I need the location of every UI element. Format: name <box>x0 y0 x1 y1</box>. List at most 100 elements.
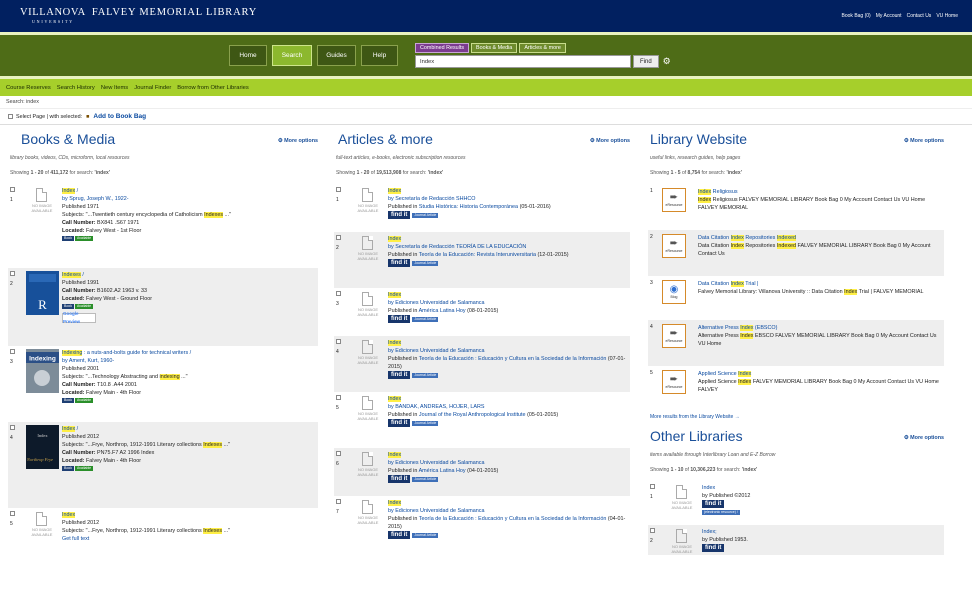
author-link[interactable]: by BANDAK, ANDREAS, HOJER, LARS <box>388 403 630 411</box>
website-more-options[interactable]: ⚙ More options <box>904 138 944 144</box>
books-desc: library books, videos, CDs, microform, l… <box>10 155 130 161</box>
record-title[interactable]: Index <box>62 426 76 432</box>
item-checkbox[interactable] <box>336 395 341 400</box>
record-title[interactable]: Index <box>388 340 402 346</box>
author-link[interactable]: by Secretaría de Redacción SHHCO <box>388 195 630 203</box>
journal-link[interactable]: Teoría de la Educación : Educación y Cul… <box>419 516 607 522</box>
item-checkbox[interactable] <box>10 271 15 276</box>
subnav-search-history[interactable]: Search History <box>57 85 95 91</box>
add-to-bookbag-button[interactable]: Add to Book Bag <box>93 113 146 120</box>
articles-title[interactable]: Articles & more <box>338 131 433 147</box>
item-checkbox[interactable] <box>336 235 341 240</box>
record-title[interactable]: Index <box>388 396 402 402</box>
journal-link[interactable]: Journal of the Royal Anthropological Ins… <box>419 412 526 418</box>
bookbag-link[interactable]: Book Bag (0) <box>842 13 871 19</box>
subnav-course-reserves[interactable]: Course Reserves <box>6 85 51 91</box>
list-item: 2 ➨ eResource Data Citation Index Repositor… <box>648 230 944 276</box>
find-it-button[interactable]: find it <box>388 531 411 539</box>
contact-us-link[interactable]: Contact Us <box>907 13 932 19</box>
find-it-button[interactable]: find it <box>702 500 725 508</box>
subnav-new-items[interactable]: New Items <box>101 85 128 91</box>
vu-home-link[interactable]: VU Home <box>936 13 958 19</box>
svg-text:Index: Index <box>37 433 48 438</box>
author-link[interactable]: by Ediciones Universidad de Salamanca <box>388 299 630 307</box>
record-title[interactable]: Indexes <box>62 272 81 278</box>
website-title[interactable]: Library Website <box>650 131 747 147</box>
record-title[interactable]: Index <box>388 500 402 506</box>
find-it-button[interactable]: find it <box>388 259 411 267</box>
subnav-journal-finder[interactable]: Journal Finder <box>134 85 171 91</box>
record-title[interactable]: Index <box>388 452 402 458</box>
nav-home-button[interactable]: Home <box>229 45 267 66</box>
item-checkbox[interactable] <box>10 187 15 192</box>
journal-link[interactable]: América Latina Hoy <box>419 468 466 474</box>
item-checkbox[interactable] <box>650 484 655 489</box>
record-title[interactable]: Index <box>388 188 402 194</box>
author-link[interactable]: by Ediciones Universidad de Salamanca <box>388 507 630 515</box>
books-media-title[interactable]: Books & Media <box>21 131 115 147</box>
journal-link[interactable]: Studia Histórica: Historia Contemporánea <box>419 204 518 210</box>
find-it-button[interactable]: find it <box>388 211 411 219</box>
find-button[interactable]: Find <box>633 55 659 68</box>
author-link[interactable]: by Ament, Kurt, 1960- <box>62 357 318 365</box>
search-input[interactable]: Index <box>415 55 631 68</box>
subnav-borrow[interactable]: Borrow from Other Libraries <box>177 85 249 91</box>
find-it-button[interactable]: find it <box>388 315 411 323</box>
item-checkbox[interactable] <box>336 291 341 296</box>
record-title[interactable]: Index Religiosus <box>698 188 944 196</box>
item-checkbox[interactable] <box>336 451 341 456</box>
book-cover[interactable]: R <box>25 271 59 315</box>
nav-search-button[interactable]: Search <box>272 45 312 66</box>
record-title[interactable]: Index <box>62 188 76 194</box>
item-checkbox[interactable] <box>336 187 341 192</box>
item-checkbox[interactable] <box>336 339 341 344</box>
record-title[interactable]: Indexing <box>62 350 83 356</box>
author-link[interactable]: by Ediciones Universidad de Salamanca <box>388 459 630 467</box>
gear-icon[interactable]: ⚙ <box>663 56 671 67</box>
tab-combined-results[interactable]: Combined Results <box>415 43 470 53</box>
record-title[interactable]: Index <box>388 236 402 242</box>
journal-link[interactable]: América Latina Hoy <box>419 308 466 314</box>
my-account-link[interactable]: My Account <box>876 13 902 19</box>
book-cover[interactable]: Indexing <box>25 349 59 393</box>
other-libraries-title[interactable]: Other Libraries <box>650 428 743 444</box>
list-item: 1 NO IMAGE AVAILABLE Index by Published ©201… <box>648 481 944 525</box>
item-checkbox[interactable] <box>336 499 341 504</box>
item-checkbox[interactable] <box>10 511 15 516</box>
journal-link[interactable]: Teoría de la Educación : Educación y Cul… <box>419 356 607 362</box>
record-title[interactable]: Alternative Press Index (EBSCO) <box>698 324 944 332</box>
item-checkbox[interactable] <box>10 349 15 354</box>
tab-books-media[interactable]: Books & Media <box>471 43 518 53</box>
get-full-text-link[interactable]: Get full text <box>62 535 318 543</box>
author-link[interactable]: by Ediciones Universidad de Salamanca <box>388 347 630 355</box>
record-title[interactable]: Index; <box>702 528 944 536</box>
find-it-button[interactable]: find it <box>702 544 725 552</box>
tab-articles-more[interactable]: Articles & more <box>519 43 566 53</box>
other-more-options[interactable]: ⚙ More options <box>904 435 944 441</box>
item-checkbox[interactable] <box>650 528 655 533</box>
record-title[interactable]: Data Citation Index Repositories Indexed <box>698 234 944 242</box>
author-link[interactable]: by Sprug, Joseph W., 1922- <box>62 195 318 203</box>
record-title[interactable]: Index <box>702 484 944 492</box>
author-link[interactable]: by Secretaría de Redacción TEORÍA DE LA … <box>388 243 630 251</box>
record-title[interactable]: Index <box>62 512 76 518</box>
more-website-results-link[interactable]: More results from the Library Website → <box>638 414 944 420</box>
nav-guides-button[interactable]: Guides <box>317 45 356 66</box>
find-it-button[interactable]: find it <box>388 419 411 427</box>
find-it-button[interactable]: find it <box>388 371 411 379</box>
articles-more-options[interactable]: ⚙ More options <box>590 138 630 144</box>
status-badge: Available <box>74 466 94 472</box>
nav-help-button[interactable]: Help <box>361 45 398 66</box>
library-logo[interactable]: VILLANOVA UNIVERSITY FALVEY MEMORIAL LIBRA… <box>20 8 257 24</box>
status-badge: Available <box>74 398 94 404</box>
record-title[interactable]: Applied Science Index <box>698 370 944 378</box>
select-page-checkbox[interactable] <box>8 114 13 119</box>
books-more-options[interactable]: ⚙ More options <box>278 138 318 144</box>
journal-link[interactable]: Teoría de la Educación: Revista Interuni… <box>419 252 536 258</box>
find-it-button[interactable]: find it <box>388 475 411 483</box>
google-preview-button[interactable]: Google Preview <box>62 311 96 324</box>
record-title[interactable]: Data Citation Index Trial | <box>698 280 944 288</box>
book-cover[interactable]: Index Northrop Frye <box>25 425 59 469</box>
item-checkbox[interactable] <box>10 425 15 430</box>
record-title[interactable]: Index <box>388 292 402 298</box>
